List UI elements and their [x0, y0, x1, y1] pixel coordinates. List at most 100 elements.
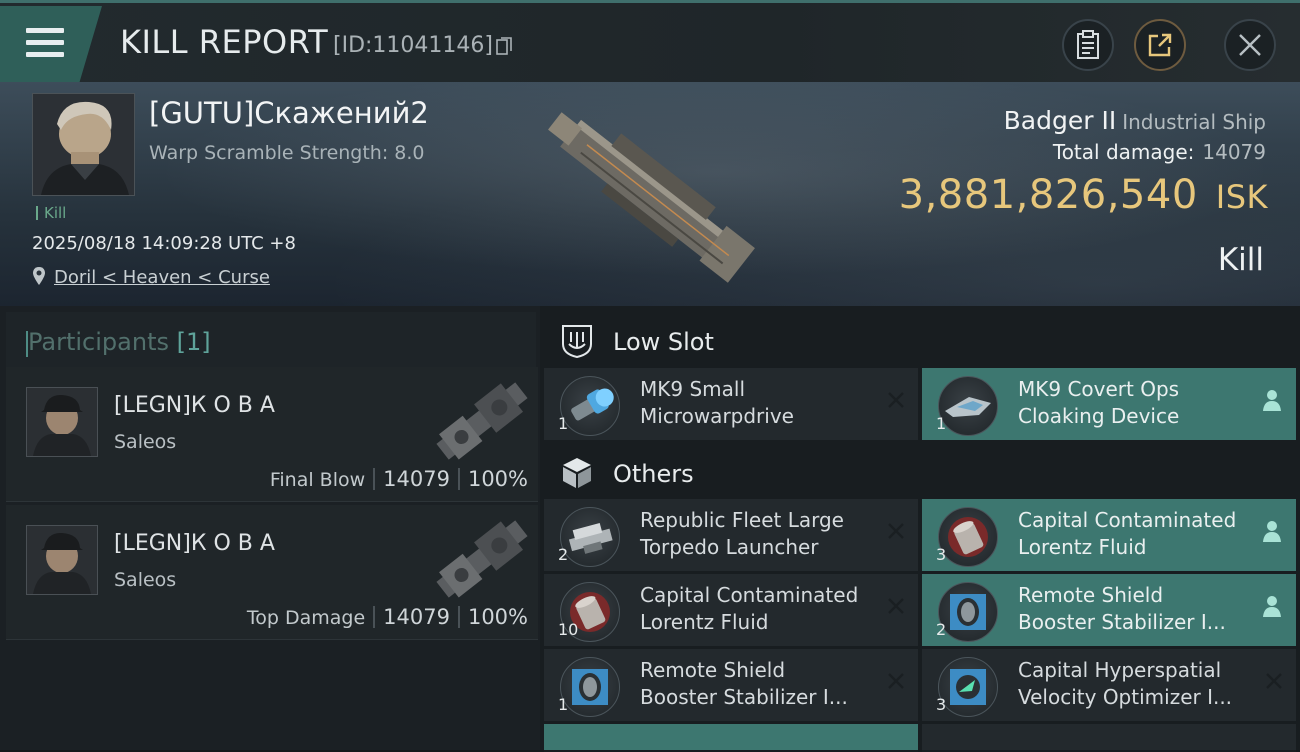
cube-icon	[563, 458, 591, 488]
dropped-user-icon	[1263, 390, 1281, 411]
item-quantity: 3	[936, 695, 947, 714]
item-row-partial[interactable]	[922, 724, 1296, 752]
location-pin-icon	[33, 267, 45, 285]
item-row[interactable]: 10 Capital Contaminated Lorentz Fluid	[544, 574, 918, 648]
dropped-user-icon	[1263, 521, 1281, 542]
warp-scramble-strength: Warp Scramble Strength: 8.0	[149, 142, 425, 164]
item-name: Capital Contaminated Lorentz Fluid	[640, 583, 859, 634]
participant-percent: 100%	[467, 467, 528, 491]
participant-damage: 14079	[383, 605, 450, 629]
item-name: Remote Shield Booster Stabilizer I...	[1018, 583, 1226, 634]
participants-panel: Participants [1] [LEGN]К О В А Saleos Fi…	[0, 306, 540, 750]
copy-icon[interactable]	[496, 37, 512, 55]
item-row[interactable]: 2 Republic Fleet Large Torpedo Launcher	[544, 499, 918, 573]
top-bar: KILL REPORT [ID:11041146]	[0, 0, 1300, 82]
participant-portrait-image	[27, 388, 97, 456]
participant-stats: Top Damage 14079 100%	[247, 605, 528, 629]
item-quantity: 2	[558, 545, 569, 564]
dropped-user-icon	[1263, 596, 1281, 617]
kill-result: Kill	[1217, 242, 1264, 278]
total-damage-value: 14079	[1202, 140, 1266, 164]
victim-name[interactable]: [GUTU]Скажений2	[149, 96, 429, 130]
isk-value: 3,881,826,540 ISK	[899, 172, 1268, 218]
close-button[interactable]	[1224, 19, 1276, 71]
cloaking-device-icon	[938, 376, 998, 436]
shield-booster-icon	[938, 582, 998, 642]
shield-booster-icon	[560, 657, 620, 717]
item-row-partial[interactable]	[544, 724, 918, 752]
menu-button[interactable]	[0, 6, 102, 82]
participants-title: Participants [1]	[28, 328, 211, 356]
victim-portrait[interactable]	[32, 93, 135, 196]
participants-label: Participants	[28, 328, 169, 356]
item-name: Remote Shield Booster Stabilizer I...	[640, 658, 848, 709]
participant-row[interactable]: [LEGN]К О В А Saleos Top Damage 14079 100%	[6, 505, 538, 640]
ship-class: Industrial Ship	[1122, 110, 1266, 134]
low-slot-icon	[562, 325, 592, 358]
clipboard-icon	[1077, 30, 1099, 59]
item-name: MK9 Covert Ops Cloaking Device	[1018, 377, 1180, 428]
item-row[interactable]: 1 Remote Shield Booster Stabilizer I...	[544, 649, 918, 723]
share-icon	[1148, 33, 1172, 57]
item-quantity: 10	[558, 620, 579, 639]
pilot-portrait-image	[33, 94, 134, 195]
share-button[interactable]	[1134, 19, 1186, 71]
kill-datetime: 2025/08/18 14:09:28 UTC +8	[32, 233, 296, 254]
low-slot-section-header: Low Slot	[540, 310, 1300, 372]
participant-row[interactable]: [LEGN]К О В А Saleos Final Blow 14079 100%	[6, 367, 538, 502]
item-name: Republic Fleet Large Torpedo Launcher	[640, 508, 844, 559]
low-slot-title: Low Slot	[613, 328, 714, 356]
participant-portrait-image	[27, 526, 97, 594]
participant-ship-image	[436, 520, 528, 598]
destroyed-icon	[1266, 673, 1282, 689]
ship-name: Badger II	[1003, 106, 1117, 135]
kill-tag: Kill	[36, 204, 66, 222]
item-quantity: 1	[558, 414, 569, 433]
item-row[interactable]: 3 Capital Contaminated Lorentz Fluid	[922, 499, 1296, 573]
participant-percent: 100%	[467, 605, 528, 629]
participant-role: Final Blow	[269, 469, 366, 491]
location-link[interactable]: Doril < Heaven < Curse	[54, 267, 270, 288]
item-row[interactable]: 1 MK9 Small Microwarpdrive	[544, 368, 918, 442]
victim-summary: [GUTU]Скажений2 Warp Scramble Strength: …	[0, 82, 1300, 306]
item-row[interactable]: 3 Capital Hyperspatial Velocity Optimizer…	[922, 649, 1296, 723]
report-id: [ID:11041146]	[333, 33, 493, 58]
others-title: Others	[613, 460, 694, 488]
item-quantity: 1	[558, 695, 569, 714]
participants-count: [1]	[176, 328, 211, 356]
item-row[interactable]: 2 Remote Shield Booster Stabilizer I...	[922, 574, 1296, 648]
destroyed-icon	[888, 392, 904, 408]
item-name: Capital Contaminated Lorentz Fluid	[1018, 508, 1237, 559]
participant-avatar[interactable]	[26, 387, 98, 457]
clipboard-button[interactable]	[1062, 19, 1114, 71]
destroyed-icon	[888, 598, 904, 614]
participant-stats: Final Blow 14079 100%	[270, 467, 528, 491]
participant-damage: 14079	[383, 467, 450, 491]
velocity-optimizer-icon	[938, 657, 998, 717]
isk-amount: 3,881,826,540	[898, 172, 1198, 218]
lorentz-fluid-icon	[938, 507, 998, 567]
participant-avatar[interactable]	[26, 525, 98, 595]
destroyed-icon	[888, 523, 904, 539]
ship-type[interactable]: Badger II Industrial Ship	[1004, 106, 1266, 135]
participant-name[interactable]: [LEGN]К О В А	[114, 393, 275, 418]
item-name: MK9 Small Microwarpdrive	[640, 377, 794, 428]
page-title: KILL REPORT	[120, 23, 329, 61]
participant-ship-image	[436, 382, 528, 460]
participant-name[interactable]: [LEGN]К О В А	[114, 531, 275, 556]
participant-ship: Saleos	[114, 431, 177, 453]
others-section-header: Others	[540, 442, 1300, 504]
participant-ship: Saleos	[114, 569, 177, 591]
item-quantity: 3	[936, 545, 947, 564]
item-row[interactable]: 1 MK9 Covert Ops Cloaking Device	[922, 368, 1296, 442]
close-icon	[1239, 34, 1261, 56]
destroyed-icon	[888, 673, 904, 689]
total-damage-label: Total damage:	[1052, 140, 1195, 164]
item-quantity: 2	[936, 620, 947, 639]
hamburger-menu-icon	[26, 28, 64, 58]
item-quantity: 1	[936, 414, 947, 433]
items-panel: Low Slot 1 MK9 Small Microwarpdrive 1 MK9…	[540, 306, 1300, 752]
total-damage: Total damage: 14079	[1053, 140, 1266, 164]
item-name: Capital Hyperspatial Velocity Optimizer I…	[1018, 658, 1233, 709]
microwarpdrive-icon	[560, 376, 620, 436]
